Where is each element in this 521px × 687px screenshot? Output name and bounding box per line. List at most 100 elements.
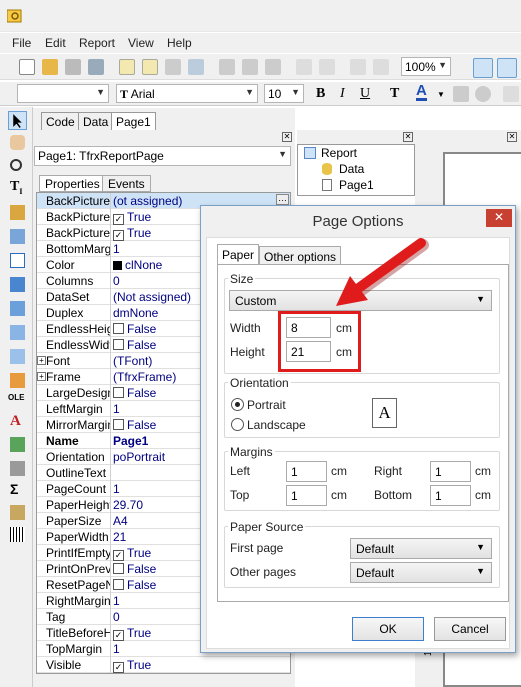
property-value[interactable]: dmNone (113, 306, 158, 320)
checkbox[interactable] (113, 387, 124, 398)
ungroup-icon[interactable] (373, 59, 389, 75)
ok-button[interactable]: OK (352, 617, 424, 641)
style-select[interactable]: ▼ (17, 84, 109, 103)
tab-paper[interactable]: Paper (217, 244, 260, 265)
checkbox[interactable]: ✓ (113, 550, 124, 561)
other-pages-select[interactable]: Default ▼ (350, 562, 492, 583)
open-icon[interactable] (42, 59, 58, 75)
memo-icon[interactable] (10, 349, 25, 364)
ellipsis-button[interactable]: … (276, 194, 289, 205)
format-copy-icon[interactable] (10, 205, 25, 220)
menu-edit[interactable]: Edit (45, 36, 66, 50)
text-tool-icon[interactable]: TI (10, 179, 25, 196)
portrait-radio[interactable] (231, 398, 244, 411)
property-value[interactable]: 29.70 (113, 498, 143, 512)
property-value[interactable]: False (113, 338, 156, 352)
paste-icon[interactable] (265, 59, 281, 75)
menu-file[interactable]: File (12, 36, 31, 50)
menu-report[interactable]: Report (79, 36, 115, 50)
font-name-select[interactable]: T Arial ▼ (116, 84, 258, 103)
checkbox[interactable]: ✓ (113, 662, 124, 673)
cross-tab-icon[interactable] (10, 325, 25, 340)
tab-page1[interactable]: Page1 (111, 112, 156, 130)
select-tool-icon[interactable] (8, 111, 27, 130)
property-value[interactable]: 1 (113, 402, 120, 416)
shape-tool-icon[interactable] (10, 461, 25, 476)
new-page-icon[interactable] (119, 59, 135, 75)
chevron-down-icon[interactable]: ▼ (437, 90, 445, 99)
property-value[interactable]: 1 (113, 642, 120, 656)
landscape-radio[interactable] (231, 418, 244, 431)
property-value[interactable]: (TFont) (113, 354, 152, 368)
property-value[interactable]: False (113, 386, 156, 400)
property-value[interactable]: False (113, 562, 156, 576)
close-icon[interactable]: ✕ (282, 132, 292, 142)
highlight-icon[interactable] (453, 86, 469, 102)
bold-icon[interactable]: B (316, 86, 325, 102)
property-value[interactable]: ✓ True (113, 626, 151, 641)
expand-icon[interactable]: + (37, 372, 46, 381)
tab-code[interactable]: Code (41, 112, 80, 130)
property-value[interactable]: 21 (113, 530, 126, 544)
checkbox[interactable] (113, 323, 124, 334)
tree-node-page1[interactable]: Page1 (339, 178, 374, 192)
font-size-select[interactable]: 10 ▼ (264, 84, 304, 103)
expand-icon[interactable]: + (37, 356, 46, 365)
checkbox[interactable]: ✓ (113, 214, 124, 225)
property-value[interactable]: 1 (113, 594, 120, 608)
font-settings-icon[interactable]: T (390, 86, 399, 102)
property-value[interactable]: False (113, 578, 156, 592)
tab-data[interactable]: Data (78, 112, 114, 130)
close-icon[interactable]: ✕ (507, 132, 517, 142)
new-dialog-icon[interactable] (142, 59, 158, 75)
right-margin-input[interactable]: 1 (430, 461, 471, 482)
show-grid-icon[interactable] (473, 58, 493, 78)
first-page-select[interactable]: Default ▼ (350, 538, 492, 559)
tab-other-options[interactable]: Other options (259, 246, 342, 266)
subreport-icon[interactable] (10, 301, 25, 316)
underline-icon[interactable]: U (360, 86, 370, 102)
property-value[interactable]: Page1 (113, 434, 148, 448)
menu-help[interactable]: Help (167, 36, 192, 50)
hand-tool-icon[interactable] (10, 135, 25, 150)
group-icon[interactable] (350, 59, 366, 75)
ole-tool-icon[interactable]: OLE (8, 393, 24, 408)
cut-icon[interactable] (219, 59, 235, 75)
zoom-select[interactable]: 100% ▼ (401, 57, 451, 76)
diagonal-line-icon[interactable] (10, 505, 25, 520)
checkbox[interactable] (113, 563, 124, 574)
property-value[interactable]: ✓ True (113, 210, 151, 225)
preview-icon[interactable] (88, 59, 104, 75)
checkbox[interactable] (113, 419, 124, 430)
checkbox[interactable] (113, 339, 124, 350)
font-color-icon[interactable]: A (416, 83, 427, 101)
property-value[interactable]: 0 (113, 274, 120, 288)
property-value[interactable]: (TfrxFrame) (113, 370, 176, 384)
property-value[interactable]: False (113, 322, 156, 336)
align-left-icon[interactable] (503, 86, 519, 102)
checkbox-tool-icon[interactable] (10, 253, 25, 268)
barcode-tool-icon[interactable] (10, 527, 25, 542)
property-value[interactable]: 1 (113, 242, 120, 256)
close-icon[interactable]: ✕ (403, 132, 413, 142)
undo-icon[interactable] (296, 59, 312, 75)
cancel-button[interactable]: Cancel (434, 617, 506, 641)
property-value[interactable]: (ot assigned) (113, 194, 182, 208)
property-value[interactable]: clNone (113, 258, 162, 272)
checkbox[interactable]: ✓ (113, 230, 124, 241)
property-value[interactable]: 0 (113, 610, 120, 624)
delete-page-icon[interactable] (165, 59, 181, 75)
rich-text-icon[interactable]: A (10, 413, 25, 429)
tree-node-data[interactable]: Data (339, 162, 364, 176)
property-value[interactable]: poPortrait (113, 450, 165, 464)
dialog-close-button[interactable]: ✕ (486, 209, 512, 227)
tree-node-report[interactable]: Report (321, 146, 357, 160)
property-value[interactable]: A4 (113, 514, 128, 528)
align-grid-icon[interactable] (497, 58, 517, 78)
bottom-margin-input[interactable]: 1 (430, 485, 471, 506)
sum-tool-icon[interactable]: Σ (10, 481, 25, 497)
checkbox[interactable]: ✓ (113, 630, 124, 641)
object-select[interactable]: Page1: TfrxReportPage ▼ (34, 146, 291, 166)
save-icon[interactable] (65, 59, 81, 75)
copy-icon[interactable] (242, 59, 258, 75)
